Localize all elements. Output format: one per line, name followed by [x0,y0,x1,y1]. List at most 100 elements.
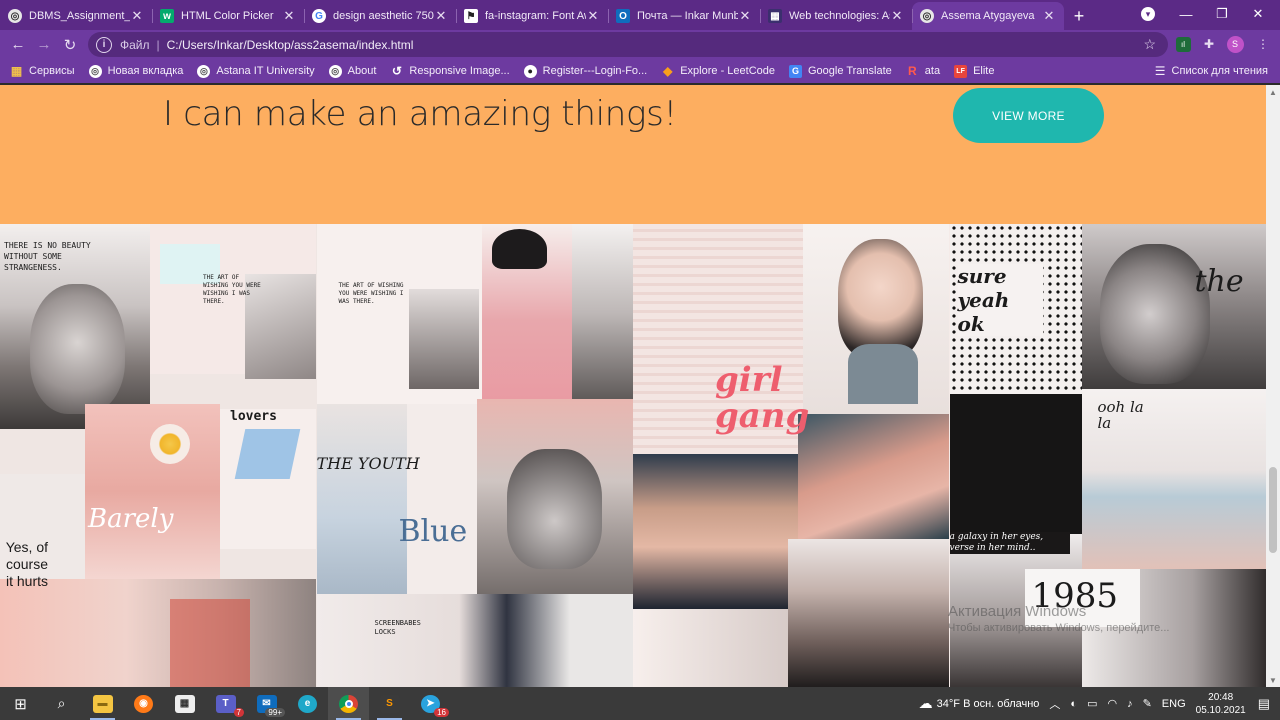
close-tab-icon[interactable]: ✕ [130,8,144,24]
bookmark-aitu[interactable]: ◎ Astana IT University [197,64,315,78]
collage-text: the [1194,264,1244,299]
view-more-button[interactable]: VIEW MORE [953,88,1104,143]
volume-icon[interactable]: ♪ [1127,698,1133,710]
reload-button[interactable]: ↻ [57,32,83,58]
bookmark-apps[interactable]: ▦ Сервисы [10,64,75,78]
reading-list-button[interactable]: ☰ Список для чтения [1155,59,1268,83]
collage-text: THE ART OF WISHING YOU WERE WISHING I WA… [338,282,404,305]
more-menu-icon[interactable]: ⋮ [1254,35,1272,53]
history-icon: ↺ [391,64,402,78]
bookmarks-bar: ▦ Сервисы ◎ Новая вкладка ◎ Astana IT Unive… [0,59,1280,83]
taskbar-teams[interactable]: T7 [205,687,246,720]
browser-toolbar: ← → ↻ i Файл | C:/Users/Inkar/Desktop/as… [0,30,1280,59]
taskbar-sublime[interactable]: S [369,687,410,720]
scheme-label: Файл [120,37,150,52]
battery-icon[interactable]: ▭ [1087,697,1097,710]
bookmark-responsive[interactable]: ↺ Responsive Image... [390,64,510,78]
bookmark-label: Register---Login-Fo... [542,65,648,77]
tab-4[interactable]: ⚑ fa-instagram: Font Aw ✕ [456,2,608,30]
collage-text: Barely [88,504,174,534]
edge-icon: e [298,694,317,713]
windows-icon: ⊞ [14,695,27,713]
windows-activation-watermark: Активация Windows Чтобы активировать Win… [948,603,1169,634]
collage-text: ooh la la [1097,398,1144,432]
search-icon: ⌕ [57,695,66,711]
close-tab-icon[interactable]: ✕ [434,8,448,24]
apps-icon: ▦ [10,64,23,78]
bookmark-label: Сервисы [29,65,75,77]
tab-2[interactable]: w HTML Color Picker ✕ [152,2,304,30]
wifi-icon[interactable]: ◠ [1107,697,1117,710]
bookmark-leetcode[interactable]: ◆ Explore - LeetCode [661,64,775,78]
notification-badge: 99+ [265,708,285,717]
bookmark-ata[interactable]: Rata [906,64,940,78]
info-icon[interactable]: i [96,36,112,53]
puzzle-icon[interactable]: ✚ [1200,35,1218,53]
star-icon[interactable]: ☆ [1143,36,1156,53]
forward-button[interactable]: → [31,32,57,58]
clock[interactable]: 20:48 05.10.2021 [1196,691,1246,717]
globe-icon: ◎ [197,64,211,78]
close-tab-icon[interactable]: ✕ [1042,8,1056,24]
taskbar-chrome[interactable] [328,687,369,720]
collage-image-1[interactable]: THERE IS NO BEAUTY WITHOUT SOME STRANGEN… [0,224,317,687]
taskbar-store[interactable]: ▦ [164,687,205,720]
outlook-icon: O [616,9,630,23]
scroll-up-icon[interactable]: ▲ [1266,85,1280,99]
bookmark-translate[interactable]: G Google Translate [789,64,892,78]
taskbar-telegram[interactable]: ➤ 16 [410,687,451,720]
tab-7-active[interactable]: ◎ Assema Atygayeva ✕ [912,2,1064,30]
tab-3[interactable]: G design aesthetic 750x ✕ [304,2,456,30]
language-indicator[interactable]: ENG [1162,698,1186,710]
close-tab-icon[interactable]: ✕ [586,8,600,24]
tab-1[interactable]: ◎ DBMS_Assignment_4.d ✕ [0,2,152,30]
pen-icon[interactable]: ✎ [1143,697,1152,710]
back-button[interactable]: ← [5,32,31,58]
taskbar-explorer[interactable]: ▬ [82,687,123,720]
avatar[interactable]: S [1226,35,1244,53]
page-scrollbar[interactable]: ▲ ▼ [1266,85,1280,687]
search-button[interactable]: ⌕ [41,687,82,720]
bookmark-github[interactable]: ● Register---Login-Fo... [523,64,648,78]
tab-title: Web technologies: As [789,10,890,22]
taskbar-mail[interactable]: ✉ 99+ [246,687,287,720]
collage-image-2[interactable]: THE ART OF WISHING YOU WERE WISHING I WA… [316,224,633,687]
taskbar-edge[interactable]: e [287,687,328,720]
ms-icon: ▦ [768,9,782,23]
weather-icon[interactable]: ☁ [919,695,933,712]
tab-5[interactable]: O Почта — Inkar Munba ✕ [608,2,760,30]
close-tab-icon[interactable]: ✕ [282,8,296,24]
system-tray: ☁ 34°F В осн. облачно ︿ ◐ ▭ ◠ ♪ ✎ ENG 20… [919,687,1280,720]
weather-text[interactable]: 34°F В осн. облачно [937,698,1040,710]
network-status-icon[interactable]: ◐ [1070,698,1077,710]
bookmark-label: Elite [973,65,995,77]
new-tab-button[interactable]: + [1064,2,1094,30]
start-button[interactable]: ⊞ [0,687,41,720]
tab-title: design aesthetic 750x [333,10,434,22]
bookmark-about[interactable]: ◎ About [328,64,376,78]
firefox-icon: ◉ [134,694,153,713]
close-tab-icon[interactable]: ✕ [890,8,904,24]
scroll-down-icon[interactable]: ▼ [1266,673,1280,687]
windows-taskbar: ⊞ ⌕ ▬ ◉ ▦ T7 ✉ 99+ e S ➤ 16 ☁ 34°F В осн. … [0,687,1280,720]
collage-image-3[interactable]: girl gang [633,224,950,687]
globe-icon: ◎ [920,9,934,23]
chevron-up-icon[interactable]: ︿ [1049,696,1060,712]
teams-icon: T [215,694,236,713]
tab-6[interactable]: ▦ Web technologies: As ✕ [760,2,912,30]
notifications-icon[interactable]: ▤ [1258,696,1270,712]
extension-icon[interactable]: ıl [1174,35,1192,53]
watermark-sub: Чтобы активировать Windows, перейдите... [948,622,1170,634]
page-viewport: I can make an amazing things! VIEW MORE … [0,85,1266,687]
bookmark-label: Astana IT University [216,65,315,77]
hero-section: I can make an amazing things! VIEW MORE [0,85,1266,224]
close-window-button[interactable]: ✕ [1235,0,1280,28]
address-bar[interactable]: i Файл | C:/Users/Inkar/Desktop/ass2asem… [88,32,1168,57]
collage-text: SCREENBABES LOCKS [374,619,421,636]
scrollbar-thumb[interactable] [1269,467,1277,553]
collage-text: THERE IS NO BEAUTY WITHOUT SOME STRANGEN… [4,241,91,272]
taskbar-firefox[interactable]: ◉ [123,687,164,720]
bookmark-elite[interactable]: LF Elite [954,64,995,78]
close-tab-icon[interactable]: ✕ [738,8,752,24]
bookmark-new-tab[interactable]: ◎ Новая вкладка [88,64,183,78]
